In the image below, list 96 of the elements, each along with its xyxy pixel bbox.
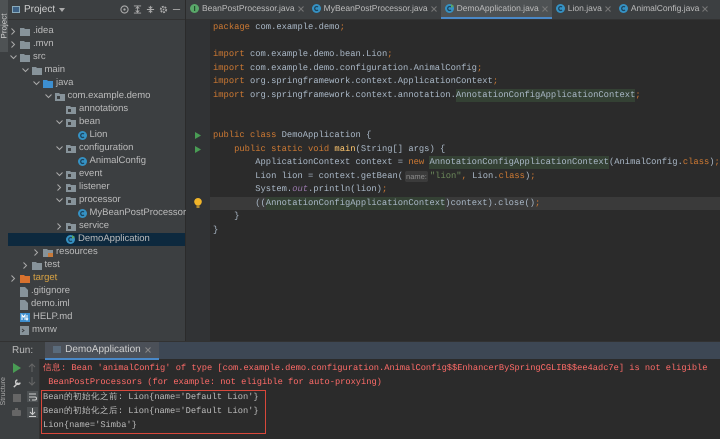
tree-item[interactable]: event <box>8 168 185 181</box>
excluded-folder-icon <box>20 274 30 283</box>
editor-tab[interactable]: MyBeanPostProcessor.java <box>308 0 441 19</box>
package-folder-icon <box>54 92 64 101</box>
tree-item[interactable]: .mvn <box>8 38 185 51</box>
markdown-file-icon <box>20 313 30 322</box>
rerun-icon[interactable] <box>12 363 21 373</box>
package-folder-icon <box>66 183 76 192</box>
tree-item[interactable]: mvnw <box>8 324 185 337</box>
interface-icon <box>190 4 199 13</box>
class-icon <box>618 4 628 13</box>
code-line: } <box>233 210 240 224</box>
tree-item[interactable]: .idea <box>8 25 185 38</box>
class-icon <box>312 4 321 13</box>
runnable-class-icon <box>66 235 75 244</box>
soft-wrap-icon[interactable] <box>26 391 38 402</box>
class-icon <box>556 4 565 13</box>
wrench-icon[interactable] <box>12 379 21 388</box>
code-line: package com.example.demo; <box>212 21 346 34</box>
package-folder-icon <box>66 118 76 127</box>
code-line: public static void main(String[] args) { <box>233 142 446 156</box>
locate-icon[interactable] <box>120 5 129 14</box>
run-label: Run: <box>11 344 34 358</box>
tree-item[interactable]: java <box>8 77 185 90</box>
package-folder-icon <box>66 170 76 179</box>
package-folder-icon <box>66 105 76 114</box>
chevron-down-icon[interactable] <box>44 94 52 99</box>
close-icon[interactable] <box>430 6 437 12</box>
code-line: import com.example.demo.configuration.AnimalConfig; <box>212 62 484 75</box>
chevron-down-icon[interactable] <box>33 81 40 86</box>
script-file-icon <box>20 326 29 335</box>
expand-all-icon[interactable] <box>133 5 142 14</box>
project-side-tab[interactable]: Project <box>0 0 8 52</box>
code-line: import org.springframework.context.ApplicationContext; <box>212 75 500 88</box>
folder-icon <box>32 261 42 270</box>
chevron-down-icon[interactable] <box>56 198 63 203</box>
collapse-all-icon[interactable] <box>146 5 155 14</box>
tree-item[interactable]: listener <box>8 181 185 194</box>
lightbulb-icon[interactable] <box>194 198 202 208</box>
runnable-class-icon <box>444 4 454 13</box>
tree-item[interactable]: target <box>8 272 185 285</box>
tree-item[interactable]: test <box>8 259 185 272</box>
tree-item[interactable]: src <box>8 51 185 64</box>
class-icon <box>78 157 86 166</box>
tree-item[interactable]: configuration <box>8 142 185 155</box>
tree-item[interactable]: AnimalConfig <box>8 155 185 168</box>
class-icon <box>78 131 86 140</box>
chevron-down-icon[interactable] <box>56 172 63 177</box>
chevron-down-icon[interactable] <box>56 120 63 125</box>
chevron-right-icon[interactable] <box>57 184 62 191</box>
tree-item[interactable]: Lion <box>8 129 185 142</box>
project-view-dropdown[interactable]: Project <box>12 2 66 17</box>
class-icon <box>78 209 86 218</box>
close-icon[interactable] <box>298 6 304 12</box>
editor-tab[interactable]: AnimalConfig.java <box>614 0 712 19</box>
resources-folder-icon <box>43 248 53 257</box>
dropdown-caret-icon[interactable] <box>59 8 66 12</box>
tree-item[interactable]: demo.iml <box>8 298 185 311</box>
editor-tab[interactable]: DemoApplication.java <box>440 0 552 19</box>
settings-icon[interactable] <box>159 5 168 14</box>
tree-item[interactable]: resources <box>8 246 185 259</box>
chevron-down-icon[interactable] <box>22 68 28 73</box>
source-folder-icon <box>43 79 53 88</box>
chevron-down-icon[interactable] <box>56 146 63 151</box>
scroll-to-end-icon[interactable] <box>26 407 38 418</box>
package-folder-icon <box>66 196 76 205</box>
console-line: Bean的初始化之前: Lion{name='Default Lion'} <box>43 391 259 404</box>
package-folder-icon <box>66 144 76 153</box>
tree-item[interactable]: service <box>8 220 185 233</box>
run-config-tab[interactable]: DemoApplication <box>45 342 159 360</box>
console-line: Lion{name='Simba'} <box>43 419 138 432</box>
chevron-down-icon[interactable] <box>10 55 17 60</box>
code-line: ApplicationContext context = new AnnotationConfigApplicationContext(AnimalConfig.class); <box>254 156 720 170</box>
editor-tab[interactable]: BeanPostProcessor.java <box>186 0 308 19</box>
tree-item[interactable]: .gitignore <box>8 285 185 298</box>
close-icon[interactable] <box>604 6 611 12</box>
tree-item[interactable]: main <box>8 64 185 77</box>
code-line: System.out.println(lion); <box>254 183 388 196</box>
tree-item[interactable]: HELP.md <box>8 311 185 324</box>
console-line: Bean的初始化之后: Lion{name='Default Lion'} <box>43 405 259 418</box>
editor-tab[interactable]: Lion.java <box>552 0 615 19</box>
tree-item[interactable]: com.example.demo <box>8 90 185 103</box>
package-folder-icon <box>66 222 76 231</box>
code-line: } <box>212 224 220 237</box>
chevron-right-icon[interactable] <box>57 223 62 230</box>
code-line: import org.springframework.context.annotation.AnnotationConfigApplicationContext; <box>212 88 642 102</box>
tree-item[interactable]: DemoApplication <box>8 233 185 246</box>
tree-item[interactable]: bean <box>8 116 185 129</box>
code-line: public class DemoApplication { <box>212 129 372 142</box>
tree-item[interactable]: processor <box>8 194 185 207</box>
close-icon[interactable] <box>702 6 708 12</box>
code-line: import com.example.demo.bean.Lion; <box>212 48 394 62</box>
tree-item[interactable]: MyBeanPostProcessor <box>8 207 185 220</box>
tree-item[interactable]: annotations <box>8 103 185 116</box>
console-line: 信息: Bean 'animalConfig' of type [com.example.demo.configuration.AnimalConfig$$EnhancerBySpringCGLIB$$ee4adc7e] is not eligible <box>43 362 708 376</box>
console-line: BeanPostProcessors (for example: not eligible for auto-proxying) <box>47 376 383 390</box>
